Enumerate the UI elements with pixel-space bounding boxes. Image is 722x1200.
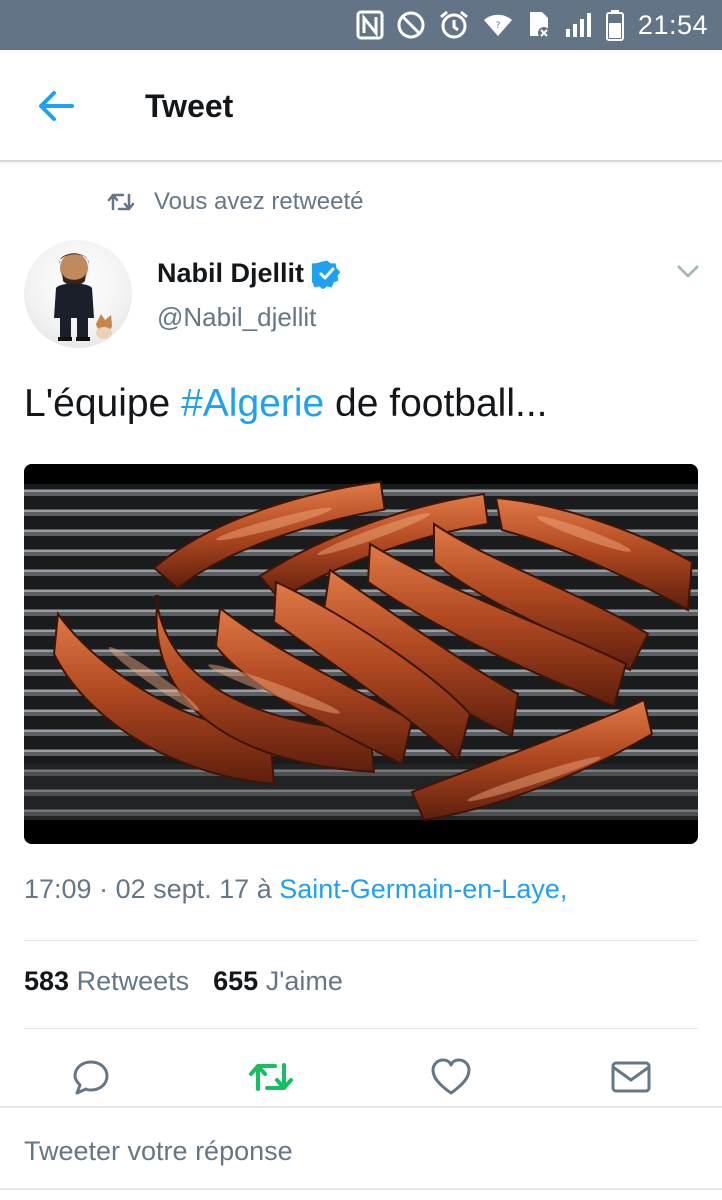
author-name: Nabil Djellit	[157, 258, 305, 288]
avatar[interactable]	[24, 240, 132, 348]
location-link[interactable]: Saint-Germain-en-Laye,	[279, 874, 567, 904]
direct-message-button[interactable]	[606, 1052, 656, 1102]
reply-icon	[73, 1060, 109, 1095]
tweet-timestamp: 17:09 · 02 sept. 17 à Saint-Germain-en-L…	[24, 874, 567, 905]
chevron-down-icon	[677, 265, 699, 278]
back-arrow-icon	[39, 91, 74, 121]
tweet-stats: 583 Retweets 655 J'aime	[24, 966, 343, 997]
tweet-actions	[0, 1052, 722, 1104]
tweet-text-before: L'équipe	[24, 382, 182, 425]
signal-icon	[564, 11, 594, 39]
like-icon	[431, 1058, 471, 1095]
likes-count: 655	[213, 966, 259, 996]
page-title: Tweet	[145, 88, 234, 124]
tweet-media-image[interactable]	[24, 464, 698, 844]
retweet-context: Vous avez retweeté	[106, 186, 363, 218]
meta-separator: ·	[91, 874, 116, 904]
tweet-text: L'équipe #Algerie de football...	[24, 382, 548, 426]
retweet-context-label: Vous avez retweeté	[154, 188, 364, 215]
do-not-disturb-icon	[396, 10, 426, 40]
author-handle[interactable]: @Nabil_djellit	[157, 302, 316, 333]
retweet-icon	[107, 193, 135, 211]
divider	[0, 1106, 722, 1108]
meta-at: à	[249, 874, 280, 904]
hashtag-link[interactable]: #Algerie	[181, 382, 324, 425]
author-name-row[interactable]: Nabil Djellit	[157, 258, 342, 289]
tweet-menu-button[interactable]	[674, 260, 702, 282]
back-button[interactable]	[32, 86, 80, 126]
divider	[24, 940, 698, 941]
sd-card-icon	[526, 10, 552, 40]
nfc-icon	[356, 10, 384, 40]
likes-label: J'aime	[265, 966, 343, 996]
tweet-date: 02 sept. 17	[115, 874, 250, 904]
wifi-icon: ?	[482, 12, 514, 38]
retweet-button[interactable]	[246, 1052, 296, 1102]
divider	[24, 1028, 698, 1029]
like-button[interactable]	[426, 1052, 476, 1102]
status-bar: ? 21:54	[0, 0, 722, 50]
alarm-icon	[438, 9, 470, 41]
reply-button[interactable]	[66, 1052, 116, 1102]
battery-icon	[605, 9, 624, 41]
likes-stat[interactable]: 655 J'aime	[213, 966, 343, 997]
retweets-label: Retweets	[76, 966, 190, 996]
app-bar: Tweet	[0, 50, 722, 162]
tweet-time: 17:09	[24, 874, 92, 904]
retweets-stat[interactable]: 583 Retweets	[24, 966, 189, 997]
tweet-text-after: de football...	[324, 382, 548, 425]
status-icons: ? 21:54	[356, 0, 708, 50]
divider	[0, 1188, 722, 1190]
status-time: 21:54	[637, 9, 708, 40]
retweets-count: 583	[24, 966, 70, 996]
verified-badge-icon	[312, 259, 341, 289]
svg-text:?: ?	[496, 21, 501, 31]
reply-input[interactable]: Tweeter votre réponse	[24, 1136, 293, 1167]
direct-message-icon	[611, 1061, 651, 1093]
retweet-icon	[249, 1063, 293, 1091]
